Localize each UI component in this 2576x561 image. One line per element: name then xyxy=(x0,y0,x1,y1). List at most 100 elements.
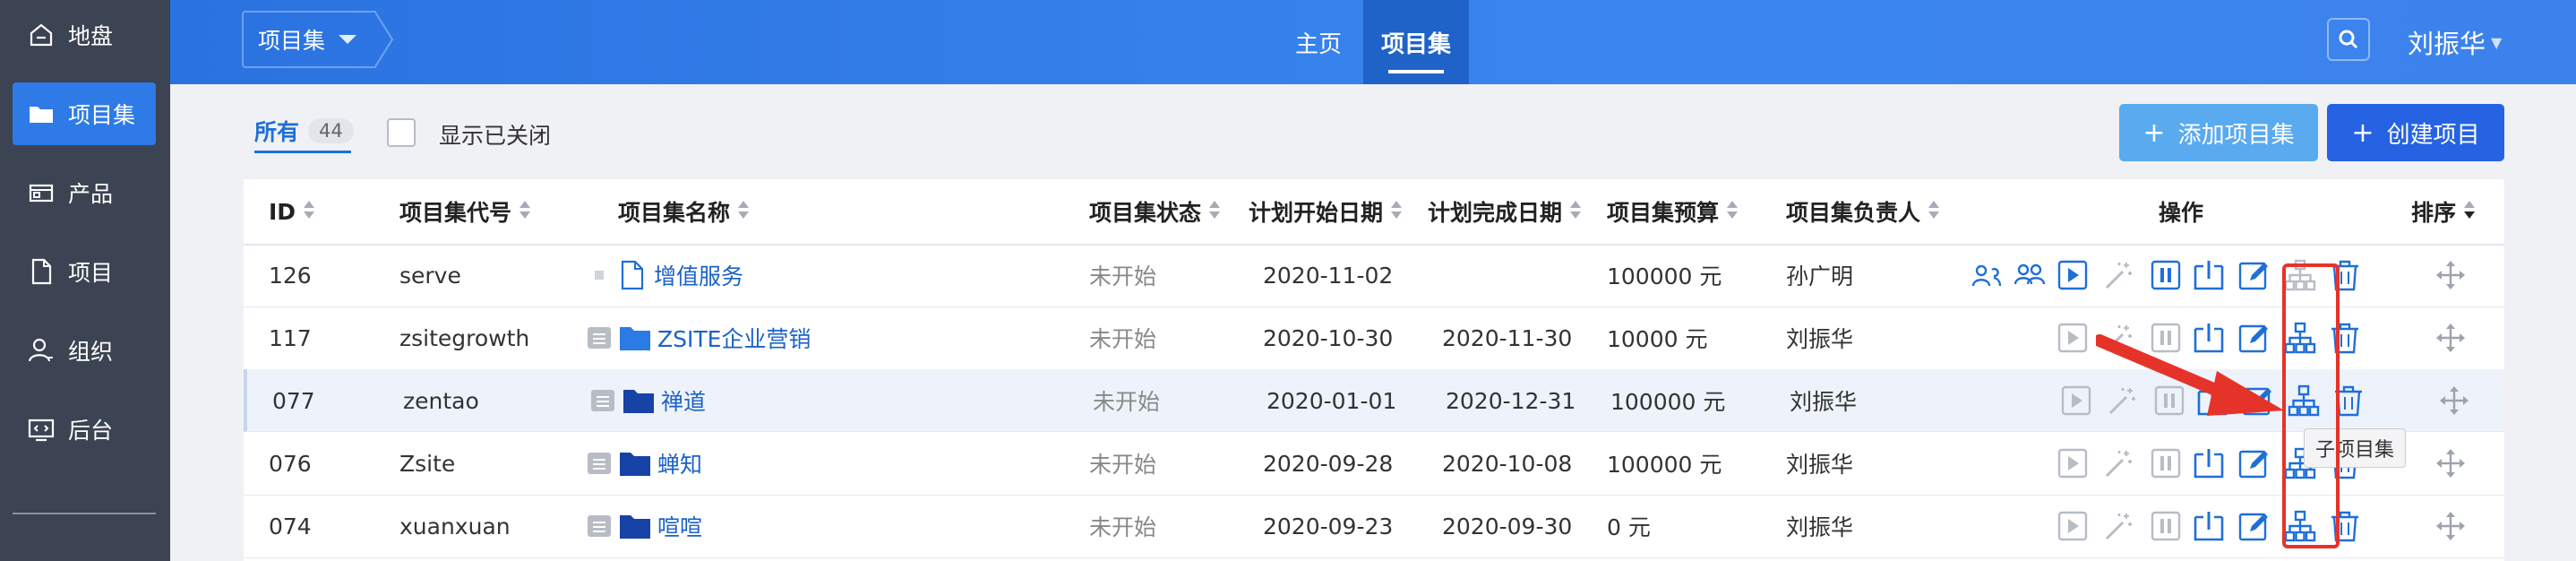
edit-icon[interactable] xyxy=(2237,510,2270,542)
cell-id: 076 xyxy=(269,450,312,477)
column-budget[interactable]: 项目集预算 xyxy=(1607,179,1739,244)
cell-code: xuanxuan xyxy=(399,513,511,539)
sidebar-item-organization[interactable]: 组织 xyxy=(13,319,156,382)
edit-icon[interactable] xyxy=(2237,259,2270,291)
search-button[interactable] xyxy=(2327,18,2370,61)
tab-all[interactable]: 所有 44 xyxy=(254,115,354,147)
user-menu[interactable]: 刘振华 ▼ xyxy=(2408,0,2502,84)
column-code[interactable]: 项目集代号 xyxy=(399,179,531,244)
sidebar-item-program[interactable]: 项目集 xyxy=(13,82,156,145)
sort-icon xyxy=(303,199,315,225)
cell-pm: 刘振华 xyxy=(1790,389,1858,415)
cell-begin: 2020-01-01 xyxy=(1267,387,1397,414)
cell-status: 未开始 xyxy=(1093,389,1161,415)
program-name-link[interactable]: 蝉知 xyxy=(657,447,702,479)
team-icon[interactable] xyxy=(1971,259,2003,291)
create-project-label: 创建项目 xyxy=(2386,121,2480,149)
column-name[interactable]: 项目集名称 xyxy=(618,179,750,244)
column-pm[interactable]: 项目集负责人 xyxy=(1786,179,1940,244)
cell-code: serve xyxy=(399,262,461,289)
cell-end: 2020-11-30 xyxy=(1442,324,1573,351)
column-label: 项目集状态 xyxy=(1089,200,1202,226)
sidebar-item-project[interactable]: 项目 xyxy=(13,240,156,303)
cell-name[interactable]: 蝉知 xyxy=(588,432,702,495)
bullet-icon xyxy=(595,271,604,280)
cell-pm: 孙广明 xyxy=(1786,263,1854,289)
play-icon[interactable] xyxy=(2057,259,2089,291)
table-row[interactable]: 126 serve 增值服务 未开始 2020-11-02 100000 元 孙… xyxy=(244,244,2504,307)
arrow-annotation xyxy=(2096,334,2284,416)
cell-pm: 刘振华 xyxy=(1786,514,1854,540)
cell-id: 077 xyxy=(272,387,315,414)
sidebar-item-product[interactable]: 产品 xyxy=(13,161,156,224)
drag-handle-icon[interactable] xyxy=(2434,510,2467,542)
table-row[interactable]: 074 xuanxuan 喧喧 未开始 2020-09-23 2020-09-3… xyxy=(244,495,2504,558)
cell-id: 126 xyxy=(269,262,312,289)
user-name: 刘振华 xyxy=(2408,29,2486,59)
show-closed-checkbox[interactable] xyxy=(387,118,416,147)
cell-pm: 刘振华 xyxy=(1786,452,1854,478)
cell-budget: 100000 元 xyxy=(1607,263,1722,289)
wand-icon xyxy=(2103,259,2135,291)
table-row[interactable]: 076 Zsite 蝉知 未开始 2020-09-28 2020-10-08 1… xyxy=(244,432,2504,496)
column-actions: 操作 xyxy=(2159,179,2203,244)
list-icon xyxy=(588,453,611,474)
column-label: 项目集名称 xyxy=(618,200,731,226)
cell-name[interactable]: ZSITE企业营销 xyxy=(588,306,811,369)
close-icon[interactable] xyxy=(2193,447,2225,479)
sidebar-item-admin[interactable]: 后台 xyxy=(13,398,156,461)
column-order[interactable]: 排序 xyxy=(2411,179,2476,244)
drag-handle-icon[interactable] xyxy=(2434,322,2467,354)
pause-icon[interactable] xyxy=(2150,259,2182,291)
nav-home[interactable]: 主页 xyxy=(1277,0,1360,84)
drag-handle-icon[interactable] xyxy=(2438,384,2470,417)
cell-name[interactable]: 喧喧 xyxy=(588,495,702,557)
cell-begin: 2020-09-28 xyxy=(1263,450,1394,477)
sort-icon xyxy=(1390,199,1403,225)
column-id[interactable]: ID xyxy=(269,179,315,244)
breadcrumb-arrow xyxy=(374,11,394,68)
show-closed-label[interactable]: 显示已关闭 xyxy=(439,118,551,151)
folder-icon xyxy=(620,515,650,539)
play-icon xyxy=(2057,510,2089,542)
cell-budget: 100000 元 xyxy=(1607,452,1722,478)
breadcrumb-program-select[interactable]: 项目集 xyxy=(242,11,376,68)
sort-icon xyxy=(737,199,750,225)
sidebar-item-label: 产品 xyxy=(68,181,114,207)
column-end[interactable]: 计划完成日期 xyxy=(1428,179,1582,244)
create-project-button[interactable]: + 创建项目 xyxy=(2327,104,2504,161)
plus-icon: + xyxy=(2351,117,2374,149)
program-name-link[interactable]: 增值服务 xyxy=(654,259,743,291)
cell-name[interactable]: 禅道 xyxy=(591,369,706,432)
wand-icon xyxy=(2103,510,2135,542)
column-status[interactable]: 项目集状态 xyxy=(1089,179,1221,244)
program-name-link[interactable]: 喧喧 xyxy=(657,510,702,542)
cell-code: Zsite xyxy=(399,450,456,477)
sidebar-item-dashboard[interactable]: 地盘 xyxy=(13,4,156,66)
edit-icon[interactable] xyxy=(2237,447,2270,479)
tab-underline xyxy=(254,151,351,153)
sidebar-item-label: 地盘 xyxy=(68,23,114,49)
close-icon[interactable] xyxy=(2193,259,2225,291)
members-icon[interactable] xyxy=(2014,259,2046,291)
close-icon[interactable] xyxy=(2193,510,2225,542)
cell-budget: 100000 元 xyxy=(1610,389,1726,415)
top-header: 项目集 主页 项目集 刘振华 ▼ xyxy=(170,0,2576,84)
column-label: 项目集代号 xyxy=(399,200,512,226)
cell-name[interactable]: 增值服务 xyxy=(588,244,743,306)
program-name-link[interactable]: 禅道 xyxy=(661,384,706,417)
nav-program[interactable]: 项目集 xyxy=(1363,0,1469,84)
drag-handle-icon[interactable] xyxy=(2434,447,2467,479)
cell-status: 未开始 xyxy=(1089,514,1157,540)
table-header: ID 项目集代号 项目集名称 项目集状态 计划开始日期 计划完成日期 项目集预算… xyxy=(244,179,2504,246)
add-program-button[interactable]: + 添加项目集 xyxy=(2119,104,2318,161)
cell-code: zsitegrowth xyxy=(399,324,530,351)
cell-begin: 2020-09-23 xyxy=(1263,513,1394,539)
program-name-link[interactable]: ZSITE企业营销 xyxy=(657,322,811,354)
cell-begin: 2020-10-30 xyxy=(1263,324,1394,351)
column-begin[interactable]: 计划开始日期 xyxy=(1249,179,1403,244)
sidebar-item-label: 组织 xyxy=(68,339,114,365)
sidebar-divider xyxy=(13,513,156,514)
drag-handle-icon[interactable] xyxy=(2434,259,2467,291)
nav-active-underline xyxy=(1388,70,1444,73)
